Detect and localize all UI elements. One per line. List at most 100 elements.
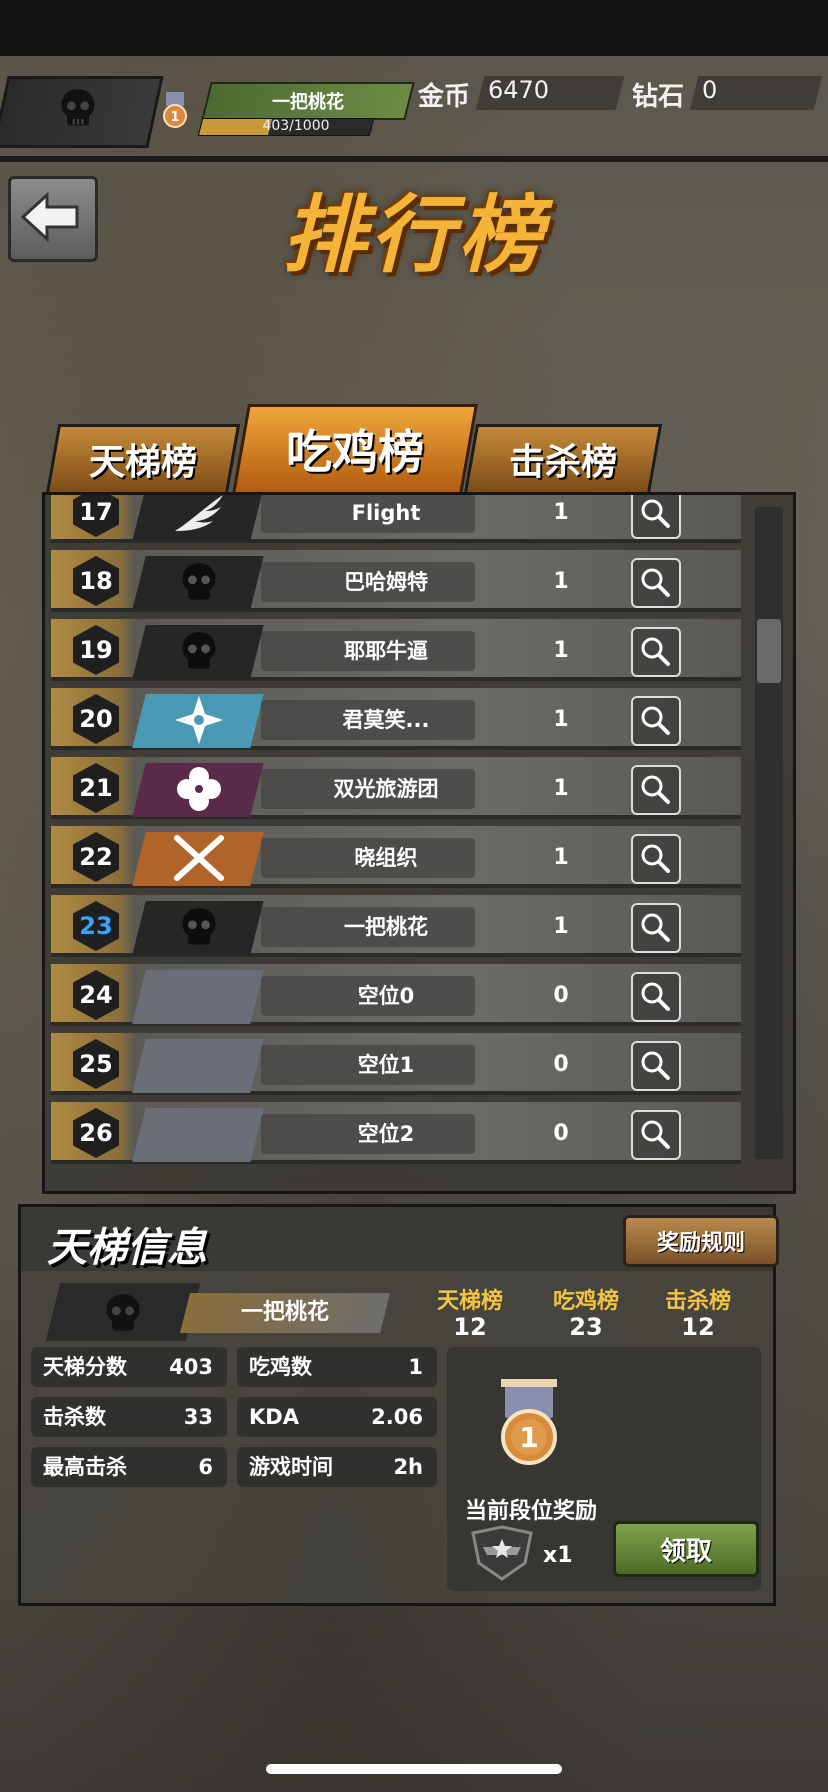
tab-ladder-label: 天梯榜 — [88, 442, 197, 483]
view-player-button[interactable] — [631, 1110, 681, 1160]
stat-label: 天梯分数 — [43, 1355, 127, 1379]
info-player-name: 一把桃花 — [240, 1300, 329, 1325]
reward-quantity: x1 — [543, 1543, 573, 1568]
reward-box: 1 当前段位奖励 x1 领取 — [447, 1347, 761, 1591]
tab-ladder[interactable]: 天梯榜 — [45, 424, 241, 494]
player-name: 巴哈姆特 — [344, 570, 428, 594]
skull-icon — [106, 1294, 140, 1331]
stat-label: 击杀数 — [43, 1405, 106, 1429]
top-divider — [0, 156, 828, 162]
player-name: 空位1 — [357, 1053, 415, 1077]
view-player-button[interactable] — [631, 627, 681, 677]
ladder-info-panel: 天梯信息 奖励规则 一把桃花 天梯榜 12 吃鸡榜 23 击杀榜 12 天梯分数… — [18, 1204, 779, 1606]
scroll-thumb[interactable] — [757, 619, 781, 683]
leaderboard-row[interactable]: 26 空位2 0 — [51, 1102, 741, 1164]
leaderboard-row[interactable]: 19 耶耶牛逼 1 — [51, 619, 741, 681]
leaderboard-row[interactable]: 24 空位0 0 — [51, 964, 741, 1026]
leaderboard-list[interactable]: 17 Flight 1 18 巴哈姆特 1 19 耶耶牛逼 1 20 君莫笑... 1 21 双光旅游团 1… — [42, 492, 796, 1194]
leaderboard-row[interactable]: 25 空位1 0 — [51, 1033, 741, 1095]
crossed-blades-icon — [167, 834, 231, 882]
stat-wins: 吃鸡数 1 — [237, 1347, 437, 1387]
player-score: 1 — [553, 776, 569, 801]
empty-avatar — [167, 1110, 231, 1158]
rank-chicken-value: 23 — [569, 1313, 603, 1341]
stat-ladder-score: 天梯分数 403 — [31, 1347, 227, 1387]
stat-kills: 击杀数 33 — [31, 1397, 227, 1437]
player-score: 1 — [553, 638, 569, 663]
rank-chicken: 吃鸡榜 23 — [531, 1283, 641, 1341]
view-player-button[interactable] — [631, 1041, 681, 1091]
shield-badge-icon — [471, 1525, 533, 1581]
player-top-bar: 1 一把桃花 403/1000 金币 6470 钻石 0 — [0, 64, 828, 162]
stat-value: 2.06 — [371, 1405, 423, 1429]
tab-kills[interactable]: 击杀榜 — [463, 424, 663, 494]
stat-playtime: 游戏时间 2h — [237, 1447, 437, 1487]
current-tier-reward-label: 当前段位奖励 — [465, 1499, 598, 1524]
page-title: 排行榜 — [281, 186, 546, 284]
view-player-button[interactable] — [631, 696, 681, 746]
skull-icon — [167, 903, 231, 951]
player-name: 一把桃花 — [344, 915, 428, 939]
tab-chicken-dinner[interactable]: 吃鸡榜 — [232, 404, 478, 494]
stat-value: 1 — [408, 1355, 423, 1379]
stat-value: 6 — [198, 1455, 213, 1479]
view-player-button[interactable] — [631, 765, 681, 815]
rank-kills-label: 击杀榜 — [664, 1289, 731, 1314]
view-player-button[interactable] — [631, 495, 681, 539]
leaderboard-row[interactable]: 23 一把桃花 1 — [51, 895, 741, 957]
flower-icon — [167, 765, 231, 813]
level-medal-icon: 1 — [163, 92, 187, 128]
stat-max-kills: 最高击杀 6 — [31, 1447, 227, 1487]
level-badge-text: 1 — [170, 110, 179, 125]
stat-value: 403 — [169, 1355, 213, 1379]
stat-kda: KDA 2.06 — [237, 1397, 437, 1437]
claim-button[interactable]: 领取 — [613, 1521, 759, 1577]
stat-label: KDA — [249, 1405, 299, 1429]
leaderboard-row[interactable]: 17 Flight 1 — [51, 495, 741, 543]
player-score: 0 — [553, 1052, 569, 1077]
player-score: 1 — [553, 845, 569, 870]
player-score: 1 — [553, 914, 569, 939]
info-title: 天梯信息 — [47, 1225, 207, 1271]
rank-number: 20 — [79, 705, 113, 733]
skull-icon — [61, 89, 95, 126]
leaderboard-row[interactable]: 18 巴哈姆特 1 — [51, 550, 741, 612]
stat-label: 最高击杀 — [43, 1455, 127, 1479]
player-score: 1 — [553, 500, 569, 525]
home-indicator[interactable] — [266, 1764, 562, 1774]
status-bar — [0, 0, 828, 56]
stat-value: 2h — [393, 1455, 423, 1479]
wing-icon — [167, 495, 231, 537]
tab-chicken-dinner-label: 吃鸡榜 — [286, 425, 424, 479]
gold-value: 6470 — [488, 76, 550, 104]
player-score: 1 — [553, 569, 569, 594]
skull-icon — [167, 558, 231, 606]
reward-rules-button[interactable]: 奖励规则 — [623, 1215, 779, 1267]
leaderboard-row[interactable]: 20 君莫笑... 1 — [51, 688, 741, 750]
player-name: 君莫笑... — [342, 708, 430, 732]
rank-ladder-label: 天梯榜 — [436, 1289, 503, 1314]
player-score: 0 — [553, 983, 569, 1008]
player-name: 晓组织 — [354, 846, 418, 870]
exp-text: 403/1000 — [262, 118, 330, 134]
player-name: Flight — [351, 501, 421, 525]
rank-number: 24 — [79, 981, 113, 1009]
view-player-button[interactable] — [631, 972, 681, 1022]
rank-number: 18 — [79, 567, 113, 595]
rank-chicken-label: 吃鸡榜 — [552, 1289, 619, 1314]
rank-number: 26 — [79, 1119, 113, 1147]
empty-avatar — [167, 1041, 231, 1089]
leaderboard-row[interactable]: 22 晓组织 1 — [51, 826, 741, 888]
player-name-plate: 一把桃花 — [201, 82, 415, 120]
view-player-button[interactable] — [631, 558, 681, 608]
list-scrollbar[interactable] — [755, 507, 783, 1159]
leaderboard-row[interactable]: 21 双光旅游团 1 — [51, 757, 741, 819]
rank-number: 22 — [79, 843, 113, 871]
view-player-button[interactable] — [631, 903, 681, 953]
rank-number: 21 — [79, 774, 113, 802]
rank-number: 17 — [79, 498, 113, 526]
player-name: 双光旅游团 — [333, 777, 439, 801]
rank-number: 19 — [79, 636, 113, 664]
player-name: 空位0 — [357, 984, 415, 1008]
view-player-button[interactable] — [631, 834, 681, 884]
